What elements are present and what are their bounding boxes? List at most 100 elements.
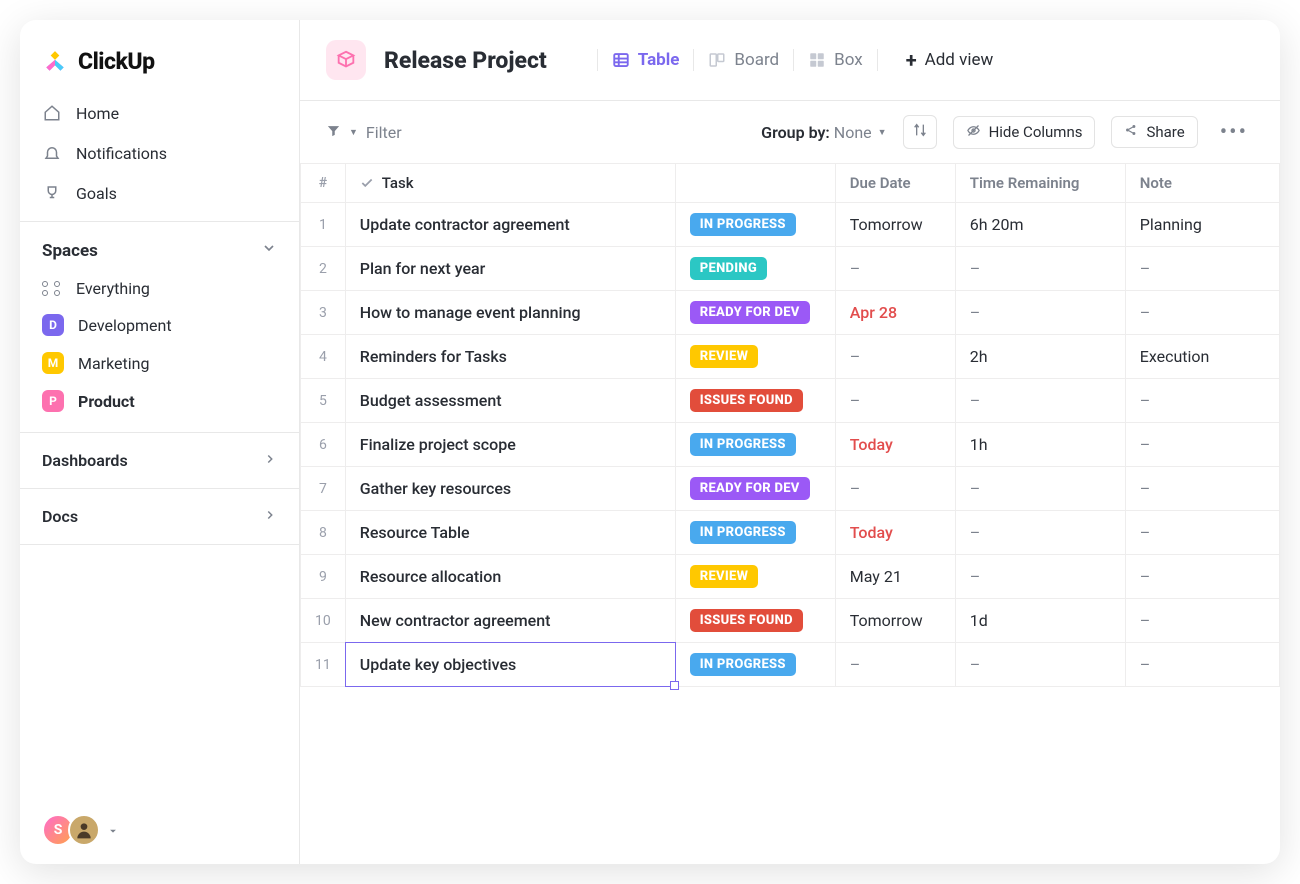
everything-icon [42,281,62,296]
table-row[interactable]: 9Resource allocationREVIEWMay 21–– [301,555,1280,599]
column-number[interactable]: # [301,164,346,203]
table-row[interactable]: 3How to manage event planningREADY FOR D… [301,291,1280,335]
column-task[interactable]: Task [345,164,675,203]
time-remaining-cell[interactable]: 6h 20m [955,203,1125,247]
column-status[interactable] [675,164,835,203]
due-date-cell[interactable]: – [835,247,955,291]
task-name-cell[interactable]: New contractor agreement [345,599,675,643]
table-row[interactable]: 5Budget assessmentISSUES FOUND––– [301,379,1280,423]
note-cell[interactable]: Planning [1125,203,1279,247]
note-cell[interactable]: – [1125,423,1279,467]
time-remaining-cell[interactable]: – [955,379,1125,423]
due-date-cell[interactable]: Apr 28 [835,291,955,335]
table-row[interactable]: 8Resource TableIN PROGRESSToday–– [301,511,1280,555]
space-item-marketing[interactable]: MMarketing [20,344,299,382]
column-note[interactable]: Note [1125,164,1279,203]
table-row[interactable]: 4Reminders for TasksREVIEW–2hExecution [301,335,1280,379]
task-name-cell[interactable]: Plan for next year [345,247,675,291]
time-remaining-cell[interactable]: – [955,511,1125,555]
table-row[interactable]: 10New contractor agreementISSUES FOUNDTo… [301,599,1280,643]
time-remaining-cell[interactable]: – [955,291,1125,335]
sort-button[interactable] [903,115,937,149]
status-cell[interactable]: PENDING [675,247,835,291]
task-name-cell[interactable]: Update contractor agreement [345,203,675,247]
due-date-cell[interactable]: Tomorrow [835,203,955,247]
hide-columns-button[interactable]: Hide Columns [953,116,1096,149]
space-item-development[interactable]: DDevelopment [20,306,299,344]
task-name-cell[interactable]: Update key objectives [345,643,675,687]
status-cell[interactable]: REVIEW [675,335,835,379]
space-item-product[interactable]: PProduct [20,382,299,420]
note-cell[interactable]: – [1125,643,1279,687]
view-tab-board[interactable]: Board [708,50,779,70]
due-date-cell[interactable]: – [835,379,955,423]
due-date-cell[interactable]: Tomorrow [835,599,955,643]
nav-notifications[interactable]: Notifications [20,133,299,173]
groupby-selector[interactable]: Group by: None ▼ [761,123,886,142]
task-name-cell[interactable]: Finalize project scope [345,423,675,467]
nav-goals[interactable]: Goals [20,173,299,213]
spaces-header[interactable]: Spaces [20,222,299,271]
time-remaining-cell[interactable]: 2h [955,335,1125,379]
space-everything[interactable]: Everything [20,271,299,306]
status-cell[interactable]: ISSUES FOUND [675,599,835,643]
task-name-cell[interactable]: Gather key resources [345,467,675,511]
note-cell[interactable]: – [1125,247,1279,291]
table-row[interactable]: 11Update key objectivesIN PROGRESS––– [301,643,1280,687]
table-row[interactable]: 1Update contractor agreementIN PROGRESST… [301,203,1280,247]
status-cell[interactable]: READY FOR DEV [675,291,835,335]
nav-dashboards[interactable]: Dashboards [20,433,299,480]
due-date-cell[interactable]: – [835,467,955,511]
task-name-cell[interactable]: Reminders for Tasks [345,335,675,379]
time-remaining-cell[interactable]: – [955,643,1125,687]
status-cell[interactable]: IN PROGRESS [675,203,835,247]
note-cell[interactable]: Execution [1125,335,1279,379]
view-tab-table[interactable]: Table [612,50,680,70]
task-name-cell[interactable]: Resource allocation [345,555,675,599]
note-cell[interactable]: – [1125,599,1279,643]
time-remaining-cell[interactable]: 1h [955,423,1125,467]
due-date-cell[interactable]: May 21 [835,555,955,599]
column-time-remaining[interactable]: Time Remaining [955,164,1125,203]
due-date-cell[interactable]: – [835,335,955,379]
brand-name: ClickUp [78,48,155,75]
share-button[interactable]: Share [1111,116,1197,148]
status-cell[interactable]: IN PROGRESS [675,511,835,555]
task-name-cell[interactable]: How to manage event planning [345,291,675,335]
time-remaining-cell[interactable]: – [955,467,1125,511]
note-cell[interactable]: – [1125,291,1279,335]
add-view-button[interactable]: + Add view [906,48,994,72]
table-row[interactable]: 6Finalize project scopeIN PROGRESSToday1… [301,423,1280,467]
task-name-cell[interactable]: Resource Table [345,511,675,555]
view-tab-box[interactable]: Box [808,50,863,70]
status-cell[interactable]: IN PROGRESS [675,643,835,687]
nav-home[interactable]: Home [20,93,299,133]
note-cell[interactable]: – [1125,555,1279,599]
due-date-cell[interactable]: Today [835,423,955,467]
avatar[interactable] [68,814,100,846]
status-cell[interactable]: READY FOR DEV [675,467,835,511]
more-options-button[interactable]: ••• [1214,120,1254,145]
due-date-cell[interactable]: – [835,643,955,687]
time-remaining-cell[interactable]: – [955,247,1125,291]
status-cell[interactable]: IN PROGRESS [675,423,835,467]
nav-docs[interactable]: Docs [20,489,299,536]
due-date-cell[interactable]: Today [835,511,955,555]
note-cell[interactable]: – [1125,511,1279,555]
time-remaining-cell[interactable]: 1d [955,599,1125,643]
note-cell[interactable]: – [1125,467,1279,511]
time-remaining-cell[interactable]: – [955,555,1125,599]
task-name-cell[interactable]: Budget assessment [345,379,675,423]
logo[interactable]: ClickUp [20,20,299,93]
space-badge: M [42,352,64,374]
user-avatars[interactable]: S [42,814,118,846]
status-cell[interactable]: ISSUES FOUND [675,379,835,423]
caret-down-icon[interactable] [108,821,118,840]
column-due-date[interactable]: Due Date [835,164,955,203]
status-cell[interactable]: REVIEW [675,555,835,599]
task-header-label: Task [382,174,414,192]
table-row[interactable]: 7Gather key resourcesREADY FOR DEV––– [301,467,1280,511]
table-row[interactable]: 2Plan for next yearPENDING––– [301,247,1280,291]
filter-button[interactable]: ▼ Filter [326,123,402,142]
note-cell[interactable]: – [1125,379,1279,423]
